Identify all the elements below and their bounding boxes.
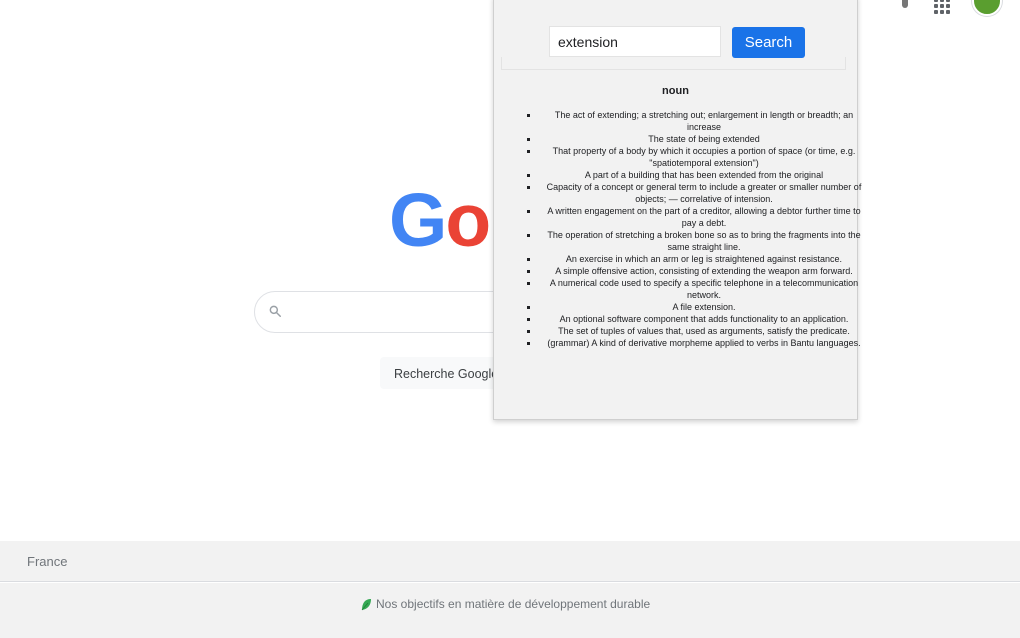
definition-item: An optional software component that adds…	[539, 313, 869, 325]
mic-icon[interactable]	[898, 0, 912, 8]
definition-item: A simple offensive action, consisting of…	[539, 265, 869, 277]
definition-item: A file extension.	[539, 301, 869, 313]
definition-item: A part of a building that has been exten…	[539, 169, 869, 181]
definition-item: The act of extending; a stretching out; …	[539, 109, 869, 133]
avatar[interactable]	[972, 0, 1002, 16]
definition-item: (grammar) A kind of derivative morpheme …	[539, 337, 869, 349]
definition-item: Capacity of a concept or general term to…	[539, 181, 869, 205]
popup-divider	[501, 57, 846, 70]
definition-item: An exercise in which an arm or leg is st…	[539, 253, 869, 265]
google-search-button[interactable]: Recherche Google	[380, 357, 510, 389]
sustainability-link[interactable]: Nos objectifs en matière de développemen…	[360, 597, 650, 611]
sustainability-label: Nos objectifs en matière de développemen…	[376, 597, 651, 611]
part-of-speech-label: noun	[662, 85, 689, 97]
definitions-list: The act of extending; a stretching out; …	[524, 109, 869, 349]
definition-item: A written engagement on the part of a cr…	[539, 205, 869, 229]
definition-item: The operation of stretching a broken bon…	[539, 229, 869, 253]
definition-item: The set of tuples of values that, used a…	[539, 325, 869, 337]
google-logo: Go	[389, 178, 491, 262]
leaf-icon	[361, 598, 371, 610]
header-icons	[898, 0, 1002, 16]
dictionary-popup: Search noun The act of extending; a stre…	[493, 0, 861, 420]
footer-country: France	[0, 541, 1020, 582]
apps-grid-icon[interactable]	[934, 0, 950, 14]
definition-item: A numerical code used to specify a speci…	[539, 277, 869, 301]
definition-item: That property of a body by which it occu…	[539, 145, 869, 169]
popup-title-decoration	[494, 0, 857, 11]
footer-links: Nos objectifs en matière de développemen…	[0, 583, 1020, 638]
search-icon	[269, 305, 281, 317]
word-search-input[interactable]	[549, 26, 721, 57]
search-button[interactable]: Search	[732, 27, 805, 58]
definition-item: The state of being extended	[539, 133, 869, 145]
